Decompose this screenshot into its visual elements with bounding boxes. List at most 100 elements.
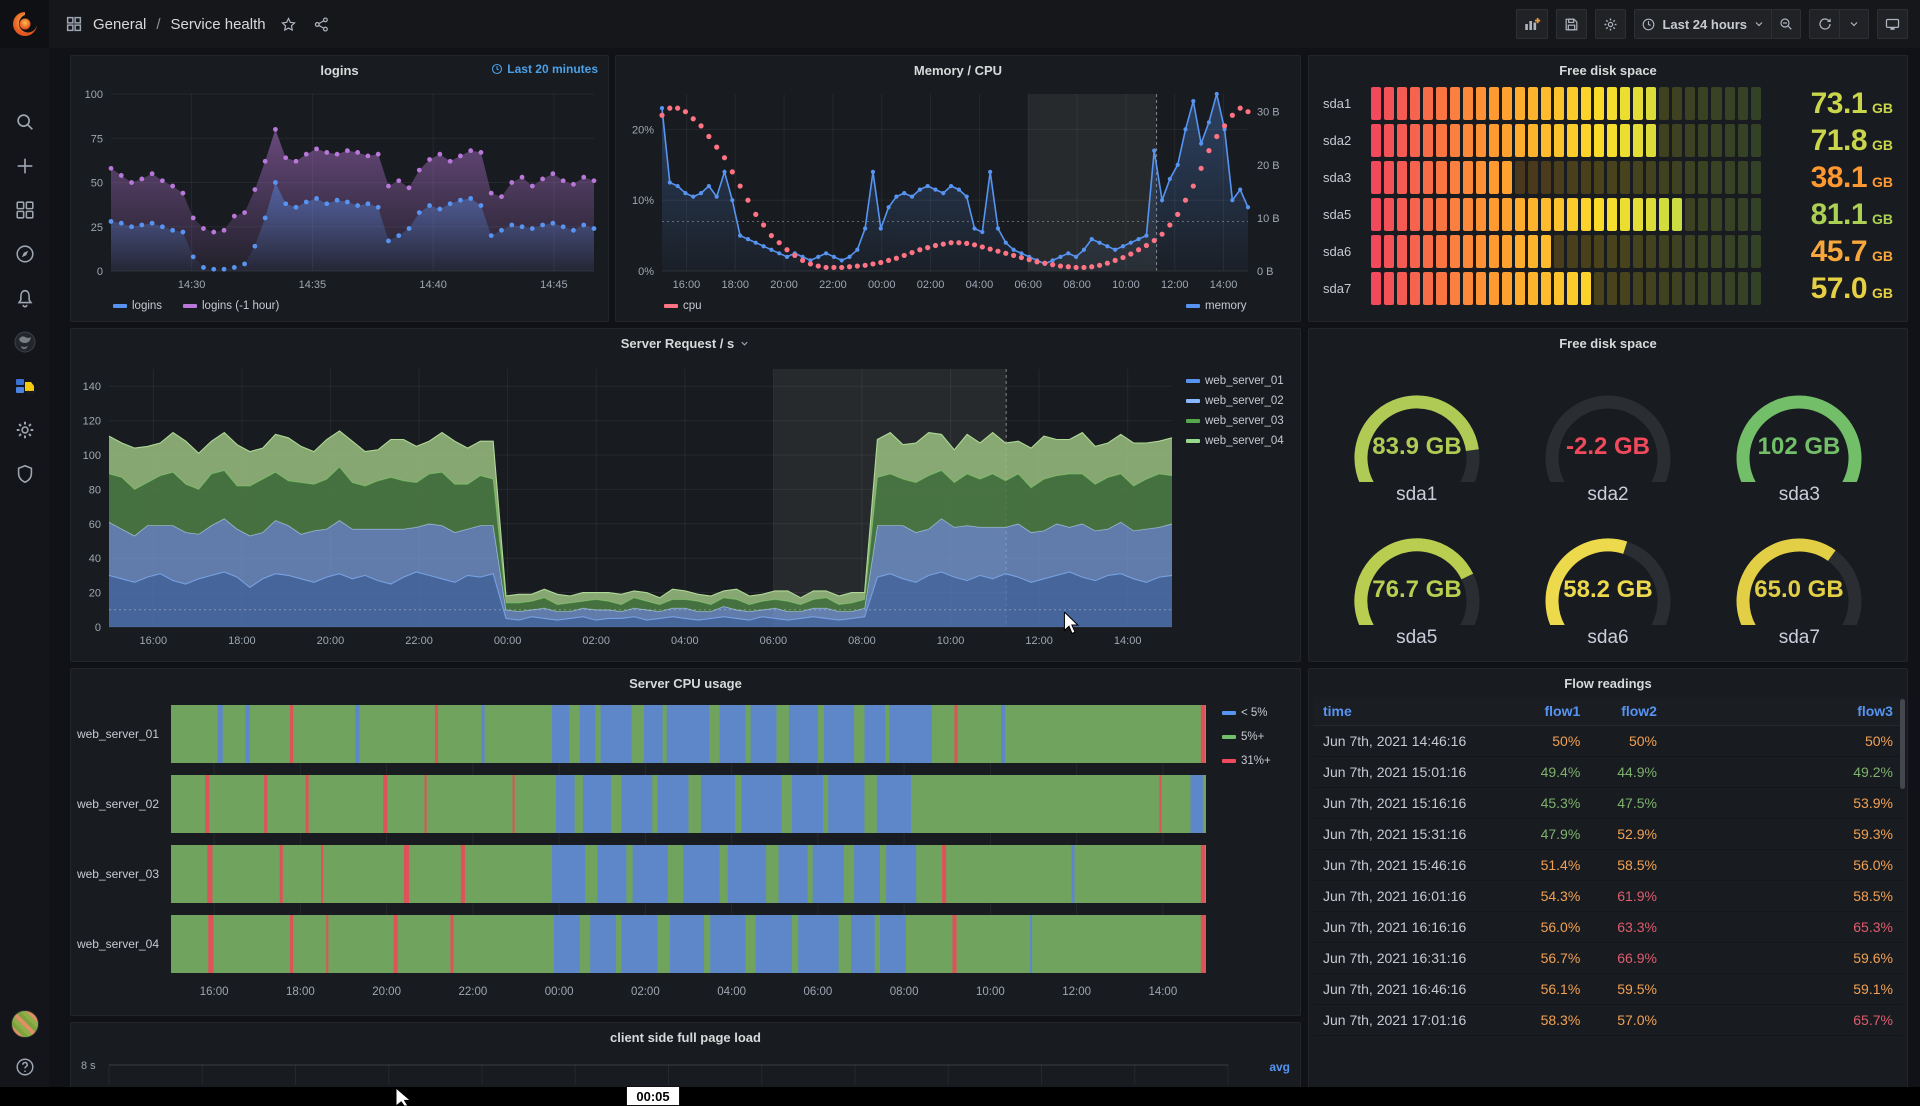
- svg-text:100: 100: [85, 89, 103, 101]
- refresh-button[interactable]: [1809, 9, 1839, 39]
- svg-text:8 s: 8 s: [81, 1060, 96, 1072]
- video-scrub-timestamp: 00:05: [626, 1086, 680, 1106]
- panel-title[interactable]: Server Request / s: [621, 336, 750, 351]
- legend-31%+[interactable]: 31%+: [1222, 755, 1271, 767]
- cell-flow3: 65.7%: [1667, 1012, 1903, 1028]
- gauge-sda6: 58.2 GBsda6: [1512, 506, 1703, 649]
- panel-time-link[interactable]: Last 20 minutes: [491, 62, 598, 76]
- column-header-flow3[interactable]: flow3: [1667, 703, 1903, 719]
- search-icon[interactable]: [0, 100, 49, 144]
- create-plus-icon[interactable]: [0, 144, 49, 188]
- star-icon[interactable]: [280, 16, 297, 33]
- panel-title[interactable]: client side full page load: [610, 1030, 761, 1045]
- user-avatar[interactable]: [11, 1010, 39, 1038]
- disk-label: sda3: [1323, 170, 1371, 185]
- cell-time: Jun 7th, 2021 15:01:16: [1313, 764, 1484, 780]
- share-icon[interactable]: [313, 16, 330, 33]
- sidebar: [0, 0, 49, 1106]
- grafana-logo[interactable]: [0, 0, 49, 48]
- panel-title[interactable]: Memory / CPU: [914, 63, 1002, 78]
- breadcrumb-section[interactable]: General: [93, 16, 146, 33]
- svg-text:web_server_01: web_server_01: [1204, 375, 1284, 387]
- panel-title[interactable]: Free disk space: [1559, 63, 1657, 78]
- panel-title[interactable]: Flow readings: [1564, 676, 1651, 691]
- video-letterbox-bar: [0, 1087, 1920, 1106]
- column-header-flow2[interactable]: flow2: [1590, 703, 1667, 719]
- configuration-gear-icon[interactable]: [0, 408, 49, 452]
- disk-label: sda2: [1323, 133, 1371, 148]
- table-header-row: timeflow1flow2flow3: [1313, 697, 1903, 726]
- cycle-view-mode-button[interactable]: [1877, 9, 1908, 39]
- app-plugin-icon[interactable]: [0, 364, 49, 408]
- svg-text:14:30: 14:30: [178, 279, 206, 291]
- legend-5%+[interactable]: 5%+: [1222, 731, 1265, 743]
- add-panel-button[interactable]: [1516, 9, 1548, 39]
- time-range-picker[interactable]: Last 24 hours: [1634, 9, 1771, 39]
- disk-row-sda1: sda173.1GB: [1323, 86, 1893, 121]
- cell-flow1: 56.0%: [1484, 919, 1590, 935]
- legend-< 5%[interactable]: < 5%: [1222, 707, 1268, 719]
- cell-flow1: 58.3%: [1484, 1012, 1590, 1028]
- cell-flow3: 50%: [1667, 733, 1903, 749]
- panel-diskbar: Free disk space sda173.1GB sda2 71.8GB sda3…: [1308, 55, 1908, 322]
- svg-text:102 GB: 102 GB: [1758, 433, 1841, 460]
- gauge-label: sda2: [1587, 484, 1628, 506]
- dashboard-settings-button[interactable]: [1595, 9, 1626, 39]
- legend-memory[interactable]: memory: [1186, 300, 1247, 312]
- table-scrollbar[interactable]: [1900, 699, 1905, 789]
- panel-title[interactable]: Server CPU usage: [629, 676, 742, 691]
- breadcrumb-page[interactable]: Service health: [171, 16, 266, 33]
- panel-title[interactable]: logins: [320, 63, 358, 78]
- chevron-down-icon: [1848, 18, 1860, 30]
- cpu-usage-timeline[interactable]: 16:0018:0020:0022:0000:0002:0004:0006:00…: [75, 697, 1298, 1013]
- refresh-interval-dropdown[interactable]: [1839, 9, 1869, 39]
- admin-shield-icon[interactable]: [0, 452, 49, 496]
- panel-request: Server Request / s 02040608010012014016:…: [70, 328, 1301, 662]
- gauge-grid: 83.9 GBsda1-2.2 GBsda2102 GBsda376.7 GBs…: [1313, 357, 1903, 659]
- disk-value: 45.7GB: [1761, 235, 1893, 269]
- gauge-sda1: 83.9 GBsda1: [1321, 363, 1512, 506]
- svg-text:22:00: 22:00: [405, 635, 433, 647]
- legend-logins[interactable]: logins: [113, 300, 162, 312]
- panel-title[interactable]: Free disk space: [1559, 336, 1657, 351]
- svg-text:web_server_04: web_server_04: [1204, 435, 1284, 447]
- svg-text:83.9 GB: 83.9 GB: [1372, 433, 1461, 460]
- disk-label: sda1: [1323, 96, 1371, 111]
- disk-row-sda5: sda581.1GB: [1323, 197, 1893, 232]
- alerting-bell-icon[interactable]: [0, 276, 49, 320]
- cell-flow1: 54.3%: [1484, 888, 1590, 904]
- request-chart[interactable]: 02040608010012014016:0018:0020:0022:0000…: [75, 357, 1298, 659]
- disk-value: 71.8GB: [1761, 124, 1893, 158]
- svg-text:14:45: 14:45: [540, 279, 568, 291]
- cell-flow3: 53.9%: [1667, 795, 1903, 811]
- svg-text:5%+: 5%+: [1241, 731, 1265, 743]
- help-icon[interactable]: [0, 1052, 49, 1082]
- gauge-sda3: 102 GBsda3: [1704, 363, 1895, 506]
- column-header-flow1[interactable]: flow1: [1484, 703, 1590, 719]
- svg-text:10:00: 10:00: [1112, 279, 1140, 291]
- clock-icon: [1641, 17, 1656, 32]
- logins-chart[interactable]: 025507510014:3014:3514:4014:45loginslogi…: [75, 84, 604, 317]
- zoom-out-button[interactable]: [1771, 9, 1801, 39]
- memcpu-chart[interactable]: 0%10%20%0 B10 B20 B30 B16:0018:0020:0022…: [620, 84, 1296, 317]
- cell-flow2: 61.9%: [1590, 888, 1667, 904]
- svg-text:10 B: 10 B: [1257, 213, 1280, 225]
- legend-cpu[interactable]: cpu: [664, 300, 702, 312]
- legend-web_server_04[interactable]: web_server_04: [1186, 435, 1284, 447]
- legend-web_server_01[interactable]: web_server_01: [1186, 375, 1284, 387]
- globe-plugin-icon[interactable]: [0, 320, 49, 364]
- explore-compass-icon[interactable]: [0, 232, 49, 276]
- cell-time: Jun 7th, 2021 16:01:16: [1313, 888, 1484, 904]
- legend-web_server_02[interactable]: web_server_02: [1186, 395, 1284, 407]
- column-header-time[interactable]: time: [1313, 703, 1484, 719]
- pageload-chart[interactable]: 8 savg: [75, 1051, 1298, 1087]
- flow-table: timeflow1flow2flow3Jun 7th, 2021 14:46:1…: [1313, 697, 1903, 1036]
- gauge-sda2: -2.2 GBsda2: [1512, 363, 1703, 506]
- save-dashboard-button[interactable]: [1556, 9, 1587, 39]
- svg-text:web_server_02: web_server_02: [1204, 395, 1284, 407]
- svg-text:08:00: 08:00: [890, 986, 919, 998]
- dashboards-grid-icon[interactable]: [0, 188, 49, 232]
- svg-text:web_server_02: web_server_02: [76, 797, 159, 811]
- legend-web_server_03[interactable]: web_server_03: [1186, 415, 1284, 427]
- legend-logins-1h[interactable]: logins (-1 hour): [183, 300, 280, 312]
